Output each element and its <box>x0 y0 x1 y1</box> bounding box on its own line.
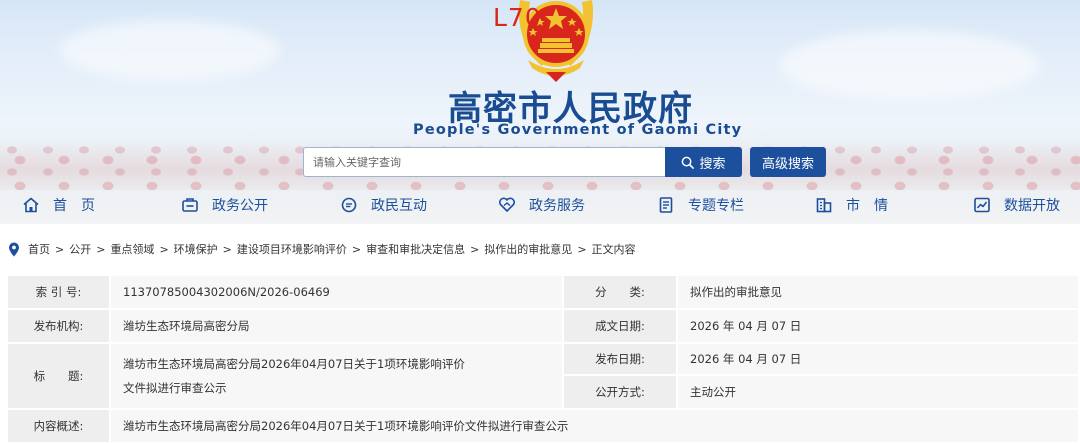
table-row: 发布机构: 潍坊生态环境局高密分局 成文日期: 2026 年 04 月 07 日 <box>8 310 1080 344</box>
nav-label: 市 情 <box>846 198 888 214</box>
breadcrumb-environment[interactable]: 环境保护 <box>174 241 218 257</box>
document-info-table: 索 引 号: 11370785004302006N/2026-06469 分 类… <box>8 276 1080 443</box>
title-value: 潍坊市生态环境局高密分局2026年04月07日关于1项环境影响评价文件拟进行审查… <box>111 344 564 410</box>
published-date-value: 2026 年 04 月 07 日 <box>678 344 1080 376</box>
location-pin-icon <box>9 242 19 256</box>
watermark-text: L70 <box>493 3 542 32</box>
nav-item-government-affairs[interactable]: 政务公开 <box>181 192 268 218</box>
nav-item-services[interactable]: 政务服务 <box>498 192 585 218</box>
nav-label: 政务公开 <box>212 198 268 214</box>
search-input[interactable] <box>303 147 666 177</box>
search-button-label: 搜索 <box>699 156 726 172</box>
search-icon <box>682 156 695 169</box>
breadcrumb-proposed-opinions[interactable]: 拟作出的审批意见 <box>484 241 572 257</box>
header-banner: L70 高密市人民政府 People's Government of Gaomi… <box>0 0 1080 224</box>
breadcrumb-key-areas[interactable]: 重点领域 <box>110 241 154 257</box>
folder-icon <box>182 198 198 212</box>
breadcrumb-separator: > <box>96 242 106 256</box>
summary-value: 潍坊市生态环境局高密分局2026年04月07日关于1项环境影响评价文件拟进行审查… <box>111 410 1080 443</box>
breadcrumb-separator: > <box>577 242 587 256</box>
table-row: 内容概述: 潍坊市生态环境局高密分局2026年04月07日关于1项环境影响评价文… <box>8 410 1080 443</box>
breadcrumb-home[interactable]: 首页 <box>28 241 50 257</box>
table-row: 索 引 号: 11370785004302006N/2026-06469 分 类… <box>8 276 1080 310</box>
decor-cloud <box>780 30 1040 100</box>
search-button[interactable]: 搜索 <box>665 147 742 177</box>
created-date-value: 2026 年 04 月 07 日 <box>678 310 1080 344</box>
publisher-value: 潍坊生态环境局高密分局 <box>111 310 564 344</box>
breadcrumb-current: 正文内容 <box>591 243 636 256</box>
breadcrumb-separator: > <box>470 242 480 256</box>
decor-cloud <box>60 20 280 80</box>
published-date-label: 发布日期: <box>564 344 678 376</box>
title-label: 标 题: <box>8 344 111 410</box>
building-icon <box>816 198 832 213</box>
nav-label: 政民互动 <box>371 198 427 214</box>
table-row: 标 题: 潍坊市生态环境局高密分局2026年04月07日关于1项环境影响评价文件… <box>8 344 1080 410</box>
chart-icon <box>974 197 990 213</box>
category-value: 拟作出的审批意见 <box>678 276 1080 310</box>
breadcrumb-separator: > <box>351 242 362 256</box>
disclosure-label: 公开方式: <box>564 376 678 410</box>
disclosure-value: 主动公开 <box>678 376 1080 410</box>
site-subtitle: People's Government of Gaomi City <box>413 122 743 138</box>
nav-item-open-data[interactable]: 数据开放 <box>973 192 1060 218</box>
breadcrumb-separator: > <box>222 242 232 256</box>
index-value: 11370785004302006N/2026-06469 <box>111 276 564 310</box>
service-icon <box>499 197 515 212</box>
nav-label: 首 页 <box>53 198 95 214</box>
breadcrumb-open[interactable]: 公开 <box>69 241 91 257</box>
document-icon <box>659 197 673 213</box>
breadcrumb-eia[interactable]: 建设项目环境影响评价 <box>237 241 347 257</box>
home-icon <box>23 197 39 213</box>
created-date-label: 成文日期: <box>564 310 678 344</box>
breadcrumb: 首页 > 公开 > 重点领域 > 环境保护 > 建设项目环境影响评价 > 审查和… <box>8 240 636 258</box>
publisher-label: 发布机构: <box>8 310 111 344</box>
nav-item-home[interactable]: 首 页 <box>22 192 95 218</box>
breadcrumb-separator: > <box>55 242 65 256</box>
chat-icon <box>341 197 357 213</box>
nav-label: 政务服务 <box>529 198 585 214</box>
advanced-search-button[interactable]: 高级搜索 <box>750 147 826 177</box>
breadcrumb-review-decisions[interactable]: 审查和审批决定信息 <box>366 241 465 257</box>
nav-item-special-topics[interactable]: 专题专栏 <box>657 192 744 218</box>
nav-label: 专题专栏 <box>688 198 744 214</box>
nav-label: 数据开放 <box>1004 198 1060 214</box>
category-label: 分 类: <box>564 276 678 310</box>
index-label: 索 引 号: <box>8 276 111 310</box>
nav-item-city-info[interactable]: 市 情 <box>815 192 888 218</box>
nav-item-interaction[interactable]: 政民互动 <box>340 192 427 218</box>
breadcrumb-separator: > <box>159 242 169 256</box>
summary-label: 内容概述: <box>8 410 111 443</box>
